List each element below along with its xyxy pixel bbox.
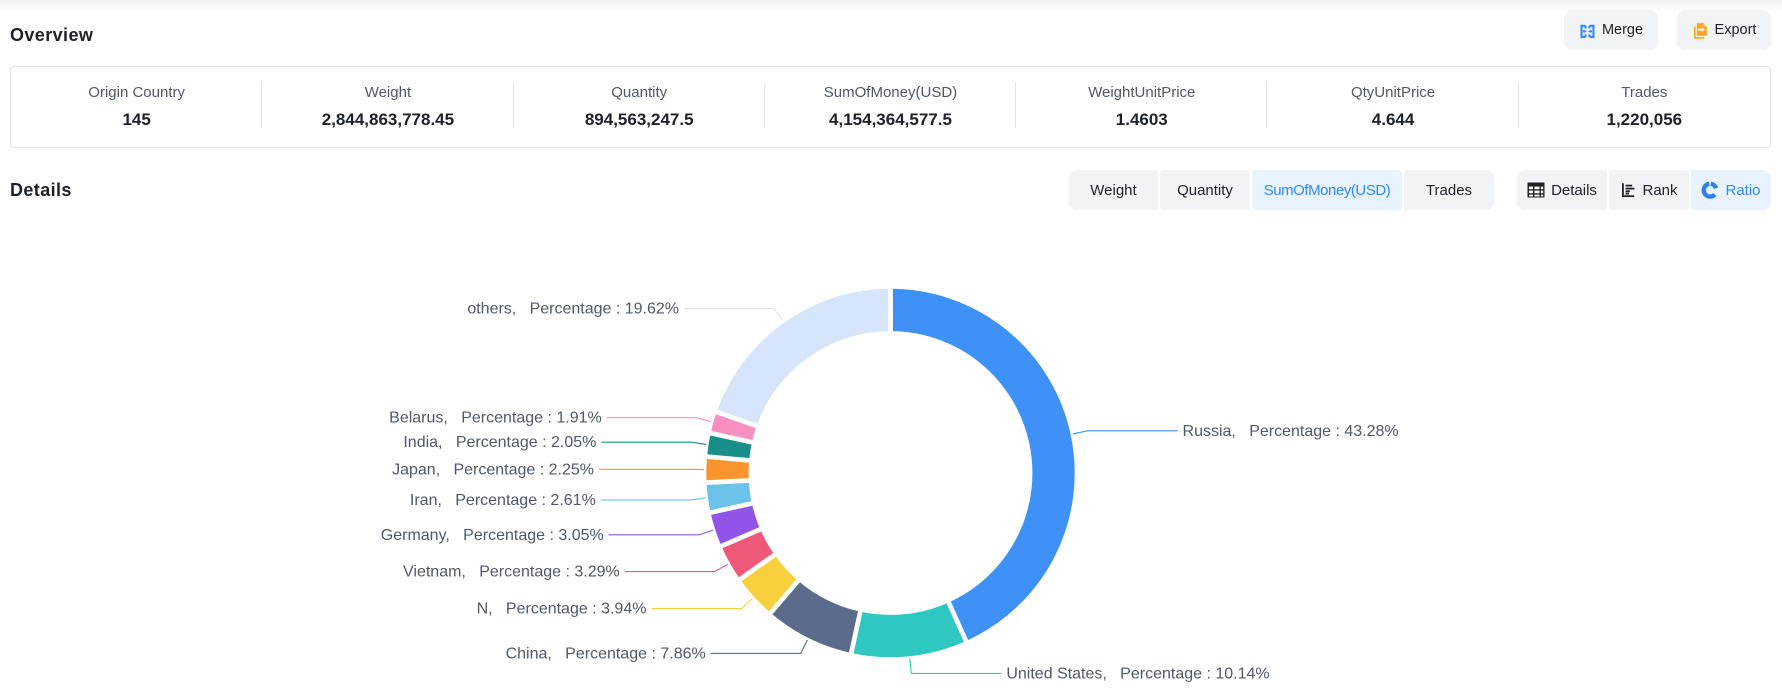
svg-text:Russia, Percentage : 43.28%: Russia, Percentage : 43.28% <box>1183 423 1399 440</box>
svg-text:Vietnam, Percentage : 3.29%: Vietnam, Percentage : 3.29% <box>403 564 620 581</box>
svg-text:others, Percentage : 19.62%: others, Percentage : 19.62% <box>467 301 679 318</box>
svg-text:United States, Percentage :: United States, Percentage : 10.14% <box>1006 665 1269 682</box>
svg-text:Germany, Percentage : 3.05%: Germany, Percentage : 3.05% <box>381 527 604 544</box>
svg-text:N, Percentage : 3.94%: N, Percentage : 3.94% <box>477 601 647 618</box>
svg-text:India, Percentage : 2.05%: India, Percentage : 2.05% <box>403 434 596 451</box>
svg-text:Belarus, Percentage : 1.91%: Belarus, Percentage : 1.91% <box>389 410 602 427</box>
svg-text:Iran, Percentage : 2.61%: Iran, Percentage : 2.61% <box>410 492 596 509</box>
svg-text:Japan, Percentage : 2.25%: Japan, Percentage : 2.25% <box>392 461 594 478</box>
svg-text:China, Percentage : 7.86%: China, Percentage : 7.86% <box>506 645 706 662</box>
